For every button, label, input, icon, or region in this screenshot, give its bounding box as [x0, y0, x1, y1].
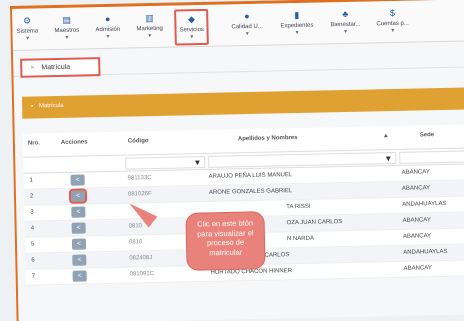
share-icon[interactable]: <	[71, 222, 86, 234]
cell-code: 081091C	[129, 271, 155, 278]
column-codigo[interactable]: Código	[128, 138, 149, 144]
menu-maestros[interactable]: ▤ Maestros ▼	[54, 12, 79, 49]
graduation-cap-icon: ◆	[187, 14, 196, 25]
tab-label: Matrícula	[41, 63, 71, 72]
chevron-down-icon: ▼	[244, 30, 250, 38]
instruction-callout: Clic en este btón para visualizar el pro…	[185, 211, 266, 271]
cell-code: 0810	[128, 223, 143, 230]
cell-nro: 5	[30, 241, 35, 248]
cell-nro: 4	[30, 225, 35, 232]
cell-nro: 1	[29, 177, 34, 184]
panel-header: ▪ Matrícula	[21, 87, 464, 119]
column-sede[interactable]: Sede	[420, 132, 434, 138]
cell-name: OZA JUAN CARLOS	[286, 219, 343, 227]
share-icon[interactable]: <	[71, 238, 87, 250]
chevron-down-icon: ▼	[64, 34, 70, 41]
chevron-down-icon: ▼	[294, 29, 300, 37]
menu-label: Expedientes	[280, 22, 314, 30]
chevron-down-icon: ▼	[390, 27, 396, 35]
menu-marketing[interactable]: ▥ Marketing ▼	[136, 10, 163, 47]
menu-servicios[interactable]: ◆ Servicios ▼	[174, 8, 210, 46]
list-icon: ▪	[31, 103, 34, 110]
filter-codigo[interactable]: ▼	[125, 155, 206, 170]
cell-nro: 3	[30, 209, 34, 216]
dollar-icon: $	[389, 7, 396, 19]
cell-sede: ABANCAY	[401, 185, 431, 192]
menu-calidad[interactable]: ● Calidad U... ▼	[231, 8, 263, 45]
menu-label: Marketing	[136, 25, 163, 33]
sort-asc-icon[interactable]: ▲	[383, 133, 389, 139]
document-icon: ▮	[294, 9, 300, 21]
panel-title: Matrícula	[38, 102, 64, 110]
cell-sede: ABANCAY	[402, 233, 432, 240]
menu-label: Cuentas p...	[376, 20, 409, 28]
cell-name: ARONE GONZALES GABRIEL	[208, 188, 293, 196]
chevron-down-icon: ▼	[24, 35, 31, 42]
user-icon: ●	[104, 13, 111, 25]
cell-nro: 2	[29, 193, 34, 200]
menu-sistema[interactable]: ⚙ Sistema ▼	[16, 12, 38, 48]
chart-icon: ▥	[145, 12, 154, 24]
cell-nro: 6	[31, 257, 35, 264]
database-icon: ▤	[62, 14, 71, 25]
share-icon[interactable]: <	[68, 188, 88, 204]
cell-sede: ABANCAY	[402, 217, 431, 224]
chevron-down-icon: ▼	[105, 33, 111, 41]
menu-label: Maestros	[54, 27, 80, 35]
cell-code: 0810	[128, 239, 143, 246]
menu-label: Sistema	[16, 28, 39, 35]
menu-label: Servicios	[179, 26, 204, 34]
cell-sede: ANDAHUAYLAS	[402, 200, 447, 208]
column-acciones[interactable]: Acciones	[61, 139, 88, 146]
filter-sede[interactable]	[399, 150, 464, 164]
cell-code: 082408J	[129, 255, 153, 262]
cell-sede: ANDAHUAYLAS	[403, 248, 448, 256]
filter-icon[interactable]: ▼	[193, 158, 201, 167]
cell-name: N NARDA	[286, 235, 315, 243]
cell-sede: ABANCAY	[403, 265, 432, 272]
menu-expedientes[interactable]: ▮ Expedientes ▼	[280, 7, 314, 44]
users-icon: ♣	[342, 8, 349, 20]
column-apellidos-nombres[interactable]: Apellidos y Nombres	[238, 135, 298, 142]
chevron-down-icon: ▼	[147, 33, 153, 40]
share-icon[interactable]: <	[72, 254, 87, 266]
menu-label: Admisión	[95, 26, 121, 34]
app-window: ⚙ Sistema ▼ ▤ Maestros ▼ ● Admisión ▼ ▥ …	[10, 0, 464, 321]
cell-code: 981133C	[127, 175, 152, 182]
circle-icon: ●	[244, 10, 250, 22]
menu-cuentas[interactable]: $ Cuentas p... ▼	[376, 5, 409, 42]
filter-apellidos[interactable]: ▼	[208, 151, 397, 168]
chevron-down-icon: ▼	[343, 28, 349, 36]
chevron-down-icon: ▼	[189, 34, 195, 41]
share-icon[interactable]: <	[70, 174, 85, 186]
menu-bienestar[interactable]: ♣ Bienestar... ▼	[330, 6, 361, 43]
cell-sede: ABANCAY	[401, 169, 430, 176]
share-icon[interactable]: <	[71, 206, 86, 218]
column-nro[interactable]: Nro.	[28, 140, 40, 146]
gears-icon: ⚙	[23, 15, 32, 26]
cell-nro: 7	[31, 273, 36, 280]
cell-name: TA RISSI	[286, 203, 311, 211]
menu-label: Calidad U...	[231, 23, 263, 31]
cell-name: ARAUJO PEÑA LUIS MANUEL	[208, 172, 293, 180]
menu-label: Bienestar...	[330, 21, 361, 29]
menu-admision[interactable]: ● Admisión ▼	[95, 11, 120, 48]
close-icon[interactable]: ×	[30, 65, 34, 72]
cell-code: 081026F	[127, 191, 152, 198]
share-icon[interactable]: <	[72, 270, 87, 282]
tab-matricula[interactable]: × Matrícula	[20, 57, 101, 78]
filter-icon[interactable]: ▼	[384, 154, 392, 163]
